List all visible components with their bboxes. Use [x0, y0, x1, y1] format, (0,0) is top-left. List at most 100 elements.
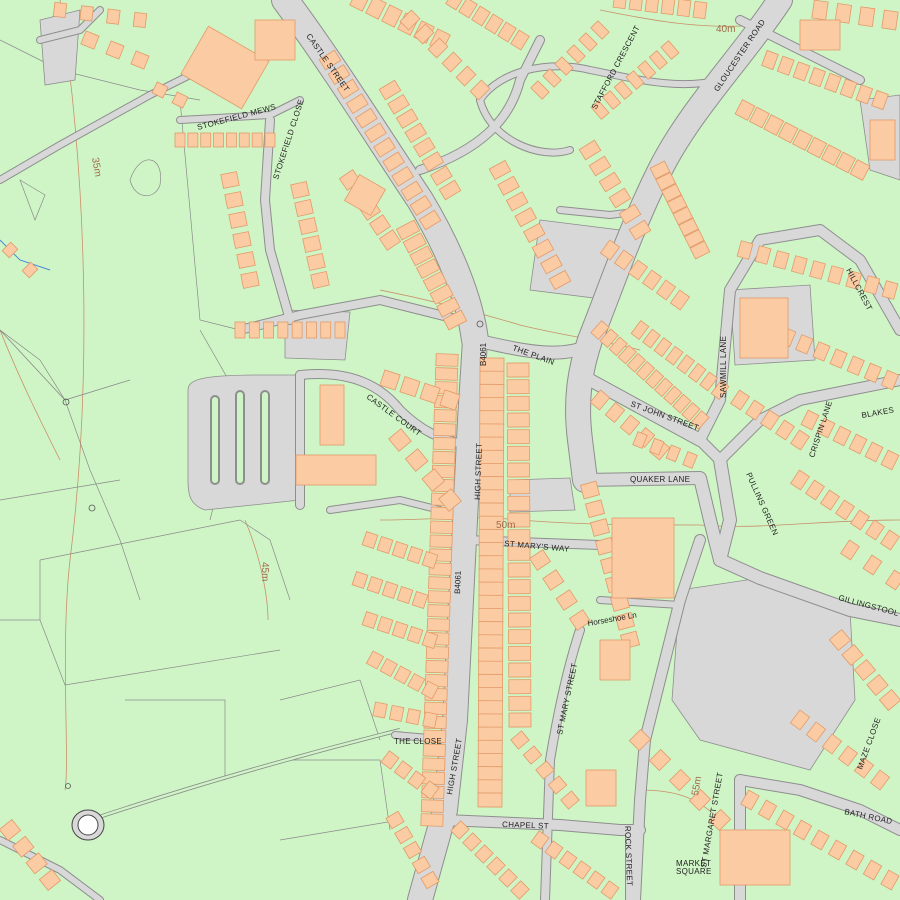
building — [478, 687, 503, 703]
building — [379, 657, 398, 678]
building — [477, 713, 503, 729]
building — [850, 509, 870, 531]
building — [829, 348, 848, 369]
building — [477, 792, 503, 808]
building — [478, 581, 504, 597]
building — [438, 179, 462, 201]
building — [508, 679, 532, 695]
building — [391, 620, 409, 640]
building — [668, 768, 692, 792]
building — [372, 701, 388, 719]
building — [52, 1, 68, 19]
building — [585, 769, 617, 807]
building — [228, 211, 248, 229]
building — [692, 0, 708, 20]
building — [625, 70, 645, 90]
label-chapel-st: CHAPEL ST — [502, 820, 549, 831]
building — [477, 700, 503, 716]
building — [478, 607, 504, 623]
building — [425, 645, 450, 660]
building — [676, 0, 692, 18]
building — [878, 688, 900, 712]
building — [232, 231, 252, 249]
building — [506, 412, 530, 428]
building — [506, 362, 530, 378]
building — [132, 11, 148, 29]
building — [880, 529, 900, 551]
building — [604, 401, 626, 424]
building — [880, 449, 900, 471]
building — [799, 19, 841, 51]
building — [866, 673, 889, 697]
building — [560, 790, 580, 810]
building — [105, 40, 125, 60]
building — [644, 0, 660, 14]
building — [298, 216, 318, 236]
building — [478, 594, 504, 610]
building — [388, 428, 412, 452]
building — [393, 665, 412, 685]
building — [730, 389, 750, 411]
building — [306, 321, 317, 339]
building — [429, 534, 453, 548]
building — [775, 809, 795, 831]
building — [474, 844, 494, 864]
building — [422, 757, 446, 772]
building — [378, 79, 402, 101]
building — [869, 769, 891, 791]
building — [248, 321, 260, 339]
building — [578, 32, 598, 52]
building — [507, 579, 531, 595]
building — [823, 72, 842, 93]
building — [809, 260, 826, 280]
building — [462, 832, 482, 852]
building — [555, 589, 578, 611]
building — [479, 410, 505, 426]
building — [478, 568, 504, 584]
building — [236, 251, 256, 269]
building — [380, 750, 400, 770]
building — [630, 320, 650, 340]
building — [478, 489, 504, 505]
building — [542, 569, 565, 591]
building — [687, 362, 707, 383]
label-b4061-north: B4061 — [479, 342, 488, 366]
building — [848, 433, 868, 455]
building — [387, 93, 410, 115]
marker-icon — [65, 783, 71, 789]
building — [432, 436, 456, 451]
building — [837, 745, 859, 767]
building — [506, 429, 530, 445]
building — [319, 384, 345, 446]
building — [290, 180, 310, 200]
building — [739, 297, 789, 359]
label-sawmill-lane: SAWMILL LANE — [719, 336, 728, 398]
building — [488, 159, 512, 181]
building — [660, 0, 676, 16]
building — [664, 345, 684, 366]
building — [853, 658, 877, 682]
building — [240, 271, 260, 289]
building — [840, 539, 860, 561]
building — [880, 869, 900, 891]
building — [395, 108, 419, 129]
building — [827, 265, 845, 285]
building — [404, 448, 429, 472]
building — [542, 68, 562, 88]
building — [885, 569, 900, 591]
building — [238, 132, 250, 148]
building — [405, 708, 422, 726]
building — [264, 132, 276, 148]
building — [187, 132, 199, 148]
building — [508, 695, 532, 711]
building — [477, 779, 503, 795]
building — [213, 132, 224, 148]
building — [263, 321, 274, 339]
building — [820, 489, 840, 511]
label-rock-street: ROCK STREET — [623, 826, 634, 886]
map-view[interactable]: 35m 40m 45m 50m 55m CASTLE STREET STOKEF… — [0, 0, 900, 900]
building — [254, 19, 296, 61]
building — [366, 575, 384, 595]
building — [506, 395, 530, 411]
building — [599, 639, 631, 681]
